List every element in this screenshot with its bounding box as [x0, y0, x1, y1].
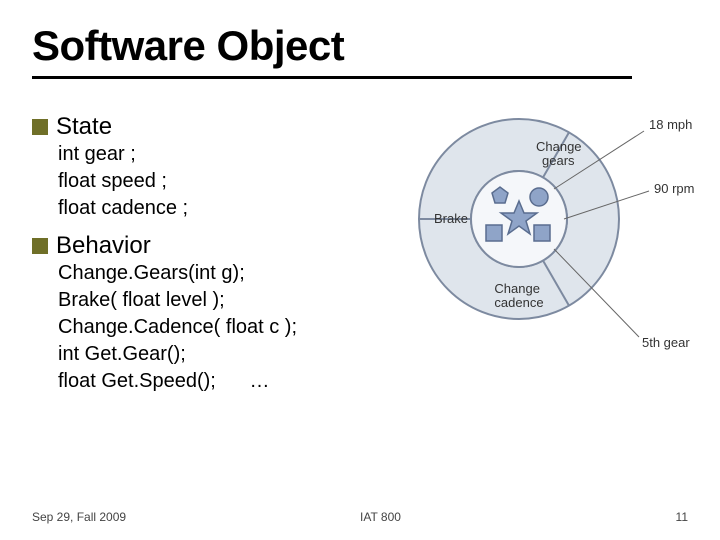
square-icon [534, 225, 550, 241]
behavior-heading-text: Behavior [56, 232, 151, 260]
title-rule [32, 76, 632, 79]
footer: Sep 29, Fall 2009 IAT 800 11 [0, 510, 720, 524]
circle-icon [530, 188, 548, 206]
state-line: float cadence ; [58, 195, 362, 222]
state-line: int gear ; [58, 141, 362, 168]
behavior-line: int Get.Gear(); [58, 341, 362, 368]
content-area: State int gear ; float speed ; float cad… [32, 107, 688, 395]
bullet-icon [32, 119, 48, 135]
callout-gear: 5th gear [642, 335, 690, 350]
state-heading: State [32, 113, 362, 141]
callout-rpm: 90 rpm [654, 181, 694, 196]
ellipsis: … [249, 368, 269, 395]
footer-course: IAT 800 [360, 510, 612, 524]
behavior-line: Brake( float level ); [58, 287, 362, 314]
slide: Software Object State int gear ; float s… [0, 0, 720, 540]
text-column: State int gear ; float speed ; float cad… [32, 107, 362, 395]
state-heading-text: State [56, 113, 112, 141]
square-icon [486, 225, 502, 241]
slide-title: Software Object [32, 22, 688, 70]
callout-mph: 18 mph [649, 117, 692, 132]
diagram-column: Change gears Brake Change cadence 18 mph… [374, 107, 688, 395]
behavior-line: Change.Gears(int g); [58, 260, 362, 287]
behavior-line-text: float Get.Speed(); [58, 370, 216, 392]
bullet-icon [32, 238, 48, 254]
wedge-label-bottom: Change cadence [494, 281, 543, 310]
behavior-line: Change.Cadence( float c ); [58, 314, 362, 341]
object-diagram: Change gears Brake Change cadence 18 mph… [374, 89, 714, 369]
footer-date: Sep 29, Fall 2009 [0, 510, 360, 524]
footer-page: 11 [612, 510, 720, 524]
wedge-label-left: Brake [434, 211, 468, 226]
behavior-heading: Behavior [32, 232, 362, 260]
state-line: float speed ; [58, 168, 362, 195]
behavior-line: float Get.Speed(); … [58, 368, 362, 395]
